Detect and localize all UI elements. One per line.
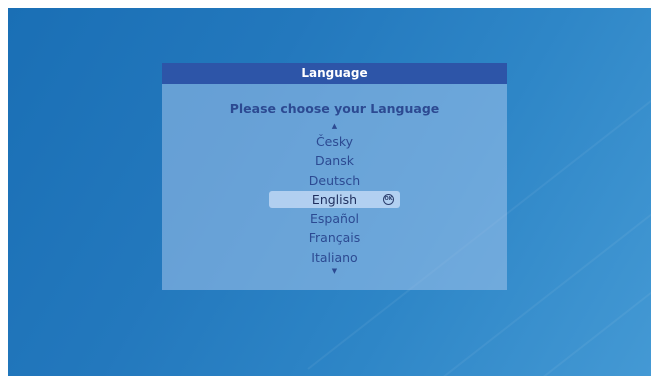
language-item-italiano[interactable]: Italiano	[162, 248, 507, 267]
language-item-dansk[interactable]: Dansk	[162, 151, 507, 170]
language-item-espanol[interactable]: Español	[162, 209, 507, 228]
language-item-francais[interactable]: Français	[162, 228, 507, 247]
ok-button-icon: OK	[383, 193, 394, 205]
background-streak	[527, 8, 651, 376]
language-item-deutsch[interactable]: Deutsch	[162, 171, 507, 190]
language-item-english[interactable]: English OK	[162, 190, 507, 209]
language-item-cesky[interactable]: Česky	[162, 132, 507, 151]
scroll-up-icon[interactable]: ▲	[162, 122, 507, 130]
language-list: Česky Dansk Deutsch English OK Español F…	[162, 132, 507, 267]
tv-screen: Language Please choose your Language ▲ Č…	[8, 8, 651, 376]
scroll-down-icon[interactable]: ▼	[162, 267, 507, 275]
language-dialog: Language Please choose your Language ▲ Č…	[162, 63, 507, 290]
language-prompt: Please choose your Language	[229, 101, 440, 116]
dialog-title: Language	[162, 63, 507, 84]
